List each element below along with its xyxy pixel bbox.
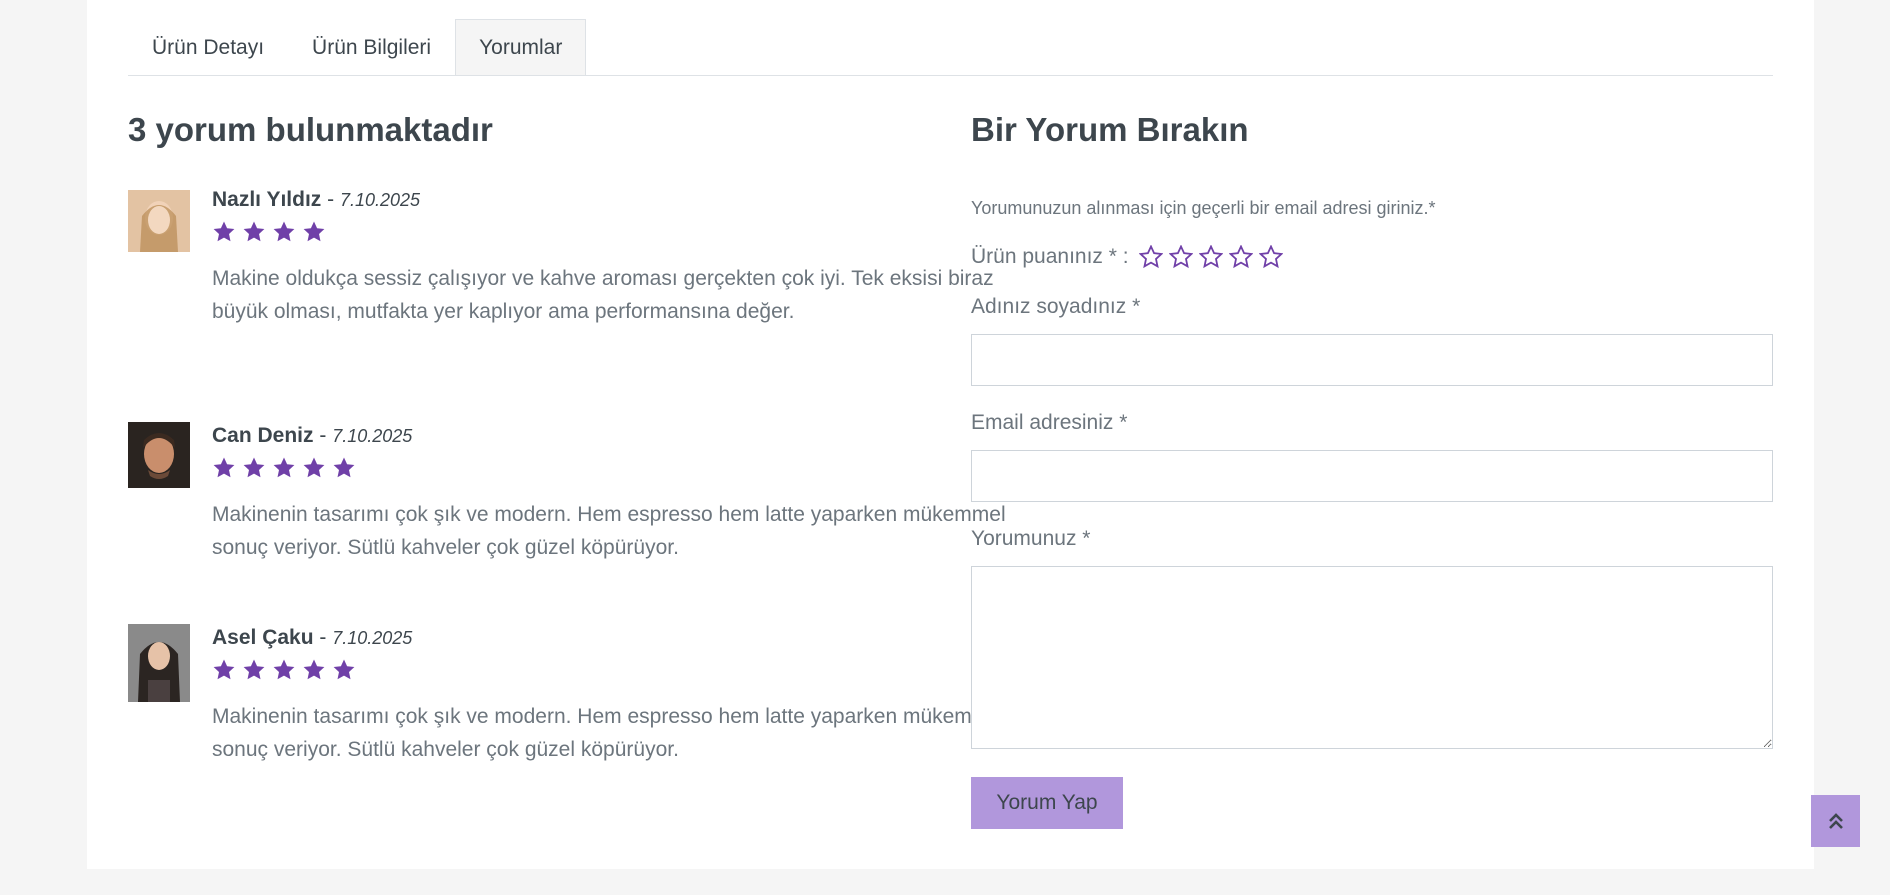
star-icon <box>303 457 325 478</box>
avatar-icon <box>128 624 190 702</box>
form-heading: Bir Yorum Bırakın <box>971 111 1249 148</box>
rating-label: Ürün puanınız * : <box>971 245 1129 268</box>
review-text: Makinenin tasarımı çok şık ve modern. He… <box>212 705 1006 761</box>
star-icon <box>273 457 295 478</box>
avatar <box>128 190 190 252</box>
star-icon <box>243 457 265 478</box>
star-icon <box>213 659 235 680</box>
rating-stars <box>1138 245 1283 269</box>
review-header: Asel Çaku - 7.10.2025 <box>212 624 1012 652</box>
double-chevron-up-icon <box>1828 813 1843 829</box>
star-outline-icon[interactable] <box>1228 245 1253 269</box>
star-outline-icon[interactable] <box>1258 245 1283 269</box>
reviews-section: 3 yorum bulunmaktadır Nazlı Yıldız - 7.1… <box>128 100 1006 761</box>
star-icon <box>273 659 295 680</box>
email-field[interactable] <box>971 450 1773 502</box>
review-text: Makine oldukça sessiz çalışıyor ve kahve… <box>212 267 994 323</box>
comment-label: Yorumunuz * <box>971 527 1091 550</box>
submit-review-button[interactable]: Yorum Yap <box>971 777 1123 829</box>
separator: - <box>319 626 333 649</box>
review-rating <box>212 220 1012 254</box>
star-outline-icon[interactable] <box>1168 245 1193 269</box>
review-author: Can Deniz <box>212 424 314 447</box>
review-date: 7.10.2025 <box>332 426 413 446</box>
review-author: Nazlı Yıldız <box>212 188 322 211</box>
review-header: Nazlı Yıldız - 7.10.2025 <box>212 186 1012 214</box>
review-rating <box>212 456 1012 490</box>
avatar <box>128 624 190 702</box>
avatar-icon <box>128 422 190 488</box>
comment-field[interactable] <box>971 566 1773 749</box>
review-body: Can Deniz - 7.10.2025 Makinenin tasarımı… <box>212 422 1012 564</box>
email-group: Email adresiniz * <box>971 408 1773 502</box>
star-icon <box>213 221 235 242</box>
star-outline-icon[interactable] <box>1138 245 1163 269</box>
tab-reviews[interactable]: Yorumlar <box>455 19 587 75</box>
tab-product-info[interactable]: Ürün Bilgileri <box>288 19 455 75</box>
reviews-heading: 3 yorum bulunmaktadır <box>128 111 493 148</box>
star-outline-icon[interactable] <box>1198 245 1223 269</box>
product-tabs-card: Ürün Detayı Ürün Bilgileri Yorumlar 3 yo… <box>87 0 1814 869</box>
separator: - <box>327 188 340 211</box>
name-label: Adınız soyadınız * <box>971 295 1141 318</box>
review-author: Asel Çaku <box>212 626 314 649</box>
name-group: Adınız soyadınız * <box>971 292 1773 386</box>
review-date: 7.10.2025 <box>332 628 413 648</box>
review-text: Makinenin tasarımı çok şık ve modern. He… <box>212 503 1006 559</box>
star-icon <box>273 221 295 242</box>
review-date: 7.10.2025 <box>339 190 421 210</box>
star-icon <box>333 457 355 478</box>
star-icon <box>303 221 325 242</box>
star-icon <box>243 659 265 680</box>
rating-input-row: Ürün puanınız * : <box>971 242 1773 272</box>
scroll-to-top-button[interactable] <box>1811 795 1860 847</box>
avatar <box>128 422 190 488</box>
star-icon <box>333 659 355 680</box>
name-field[interactable] <box>971 334 1773 386</box>
star-icon <box>213 457 235 478</box>
review-rating <box>212 658 1012 692</box>
review-body: Nazlı Yıldız - 7.10.2025 Makine oldukça … <box>212 186 1012 328</box>
review-form: Bir Yorum Bırakın Yorumunuzun alınması i… <box>971 100 1773 829</box>
review-header: Can Deniz - 7.10.2025 <box>212 422 1012 450</box>
tab-bar: Ürün Detayı Ürün Bilgileri Yorumlar <box>128 19 1773 76</box>
form-note: Yorumunuzun alınması için geçerli bir em… <box>971 198 1436 218</box>
avatar-icon <box>128 190 190 252</box>
tab-product-detail[interactable]: Ürün Detayı <box>128 19 288 75</box>
review-body: Asel Çaku - 7.10.2025 Makinenin tasarımı… <box>212 624 1012 766</box>
email-label: Email adresiniz * <box>971 411 1128 434</box>
star-icon <box>243 221 265 242</box>
separator: - <box>319 424 333 447</box>
comment-group: Yorumunuz * <box>971 524 1773 754</box>
star-icon <box>303 659 325 680</box>
